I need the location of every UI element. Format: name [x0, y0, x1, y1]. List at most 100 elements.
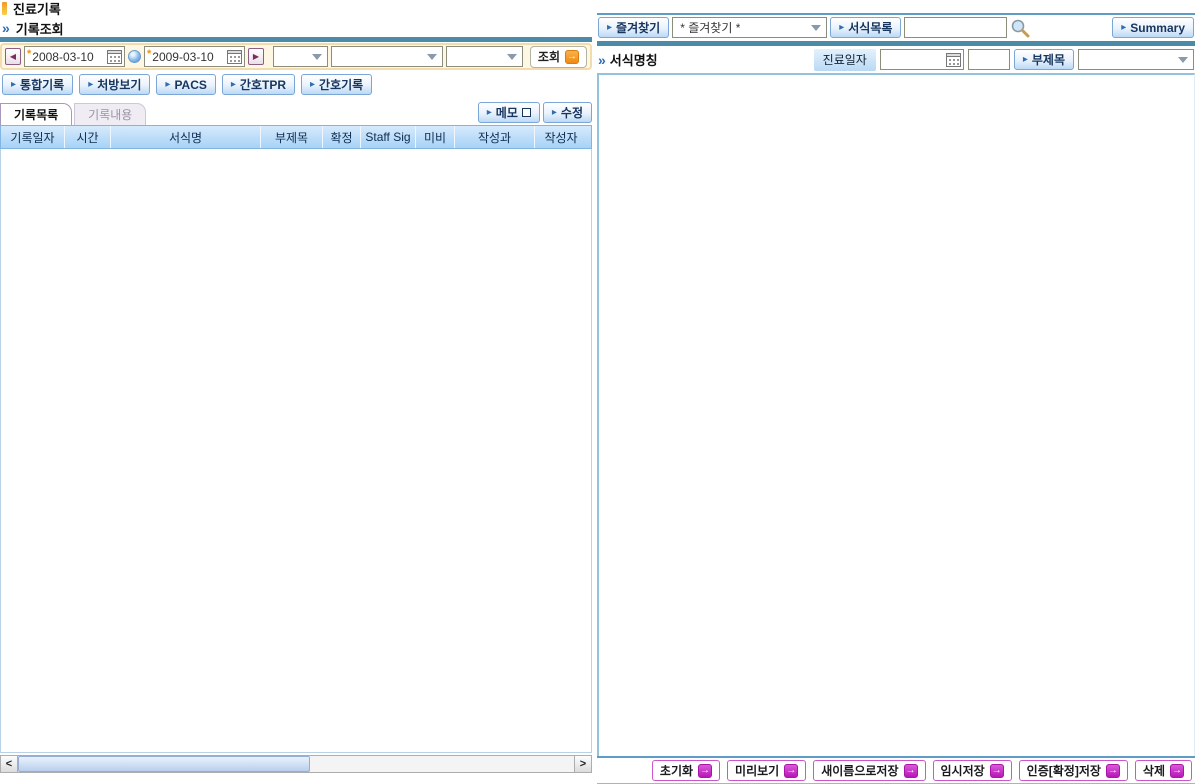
button-label: 미리보기 [735, 762, 779, 779]
col-incomplete[interactable]: 미비 [416, 126, 455, 148]
tab-record-content[interactable]: 기록내용 [74, 103, 146, 125]
required-asterisk-icon: * [27, 49, 31, 60]
right-triangle-icon: ▶ [253, 52, 259, 61]
date-to-value: 2009-03-10 [152, 50, 226, 64]
subtitle-select[interactable] [1078, 49, 1194, 70]
caret-icon: ▸ [839, 23, 844, 33]
button-label: 통합기록 [20, 76, 64, 93]
record-table-body[interactable] [0, 149, 592, 753]
scroll-left-icon: < [6, 758, 12, 770]
button-label: 수정 [561, 104, 583, 121]
col-record-date[interactable]: 기록일자 [1, 126, 65, 148]
chevron-down-icon [427, 54, 437, 60]
filter-select-2[interactable] [331, 46, 443, 67]
date-range-link-icon [128, 50, 141, 63]
filter-select-1[interactable] [273, 46, 328, 67]
preview-button[interactable]: 미리보기 → [727, 760, 806, 781]
chevron-down-icon [1178, 57, 1188, 63]
scroll-right-button[interactable]: > [574, 756, 591, 772]
favorites-select[interactable]: * 즐겨찾기 * [672, 17, 827, 38]
col-subtitle[interactable]: 부제목 [261, 126, 323, 148]
scrollbar-thumb[interactable] [18, 756, 310, 772]
section-title: 기록조회 [16, 19, 64, 38]
tab-record-list[interactable]: 기록목록 [0, 103, 72, 125]
calendar-icon[interactable] [227, 49, 242, 64]
memo-button[interactable]: ▸메모 [478, 102, 540, 123]
favorites-select-value: * 즐겨찾기 * [678, 19, 740, 36]
title-accent-bar-icon [2, 2, 7, 15]
prev-date-button[interactable]: ◀ [5, 48, 21, 65]
reset-button[interactable]: 초기화→ [652, 760, 720, 781]
form-name-header: » 서식명칭 진료일자 ▸부제목 [597, 46, 1195, 73]
chevron-down-icon [811, 25, 821, 31]
double-chevron-icon: » [598, 53, 606, 67]
col-time[interactable]: 시간 [65, 126, 111, 148]
nursing-record-button[interactable]: ▸ 간호기록 [301, 74, 372, 95]
col-staff-sig[interactable]: Staff Sig [361, 126, 416, 148]
magenta-arrow-icon: → [784, 764, 798, 778]
tab-label: 기록내용 [88, 106, 132, 123]
button-label: 새이름으로저장 [821, 762, 898, 779]
date-from-field[interactable]: * 2008-03-10 [24, 46, 125, 67]
next-date-button[interactable]: ▶ [248, 48, 264, 65]
button-label: 메모 [496, 104, 518, 121]
magenta-arrow-icon: → [1106, 764, 1120, 778]
edit-button[interactable]: ▸수정 [543, 102, 592, 123]
col-confirm[interactable]: 확정 [323, 126, 361, 148]
visit-time-input[interactable] [968, 49, 1010, 70]
record-search-panel: 진료기록 » 기록조회 ◀ * 2008-03-10 * 2009-03-10 … [0, 0, 592, 784]
magenta-arrow-icon: → [990, 764, 1004, 778]
form-editor-panel: ▸즐겨찾기 * 즐겨찾기 * ▸서식목록 ▸ Summary » 서식명칭 진료일… [597, 13, 1195, 784]
col-department[interactable]: 작성과 [455, 126, 535, 148]
pacs-button[interactable]: ▸PACS [156, 74, 215, 95]
integrated-record-button[interactable]: ▸ 통합기록 [2, 74, 73, 95]
date-to-field[interactable]: * 2009-03-10 [144, 46, 245, 67]
subtitle-button[interactable]: ▸부제목 [1014, 49, 1074, 70]
page-title-row: 진료기록 [0, 0, 592, 17]
button-label: Summary [1130, 21, 1185, 35]
emr-window: 진료기록 » 기록조회 ◀ * 2008-03-10 * 2009-03-10 … [0, 0, 1195, 784]
caret-icon: ▸ [11, 80, 16, 90]
button-label: 초기화 [660, 762, 693, 779]
horizontal-scrollbar[interactable]: < > [0, 755, 592, 773]
col-author[interactable]: 작성자 [535, 126, 587, 148]
button-label: 간호기록 [319, 76, 363, 93]
visit-date-field[interactable] [880, 49, 964, 70]
temporary-save-button[interactable]: 임시저장→ [933, 760, 1012, 781]
section-divider-bar [0, 37, 592, 42]
record-tabs: 기록목록 기록내용 ▸메모 ▸수정 [0, 98, 592, 125]
page-title: 진료기록 [13, 0, 61, 18]
filter-select-3[interactable] [446, 46, 523, 67]
caret-icon: ▸ [1121, 23, 1126, 33]
caret-icon: ▸ [310, 80, 315, 90]
button-label: 인증[확정]저장 [1027, 762, 1101, 779]
orange-arrow-icon: → [565, 50, 579, 64]
calendar-icon[interactable] [107, 49, 122, 64]
calendar-icon[interactable] [946, 52, 961, 67]
delete-button[interactable]: 삭제→ [1135, 760, 1192, 781]
search-button-label: 조회 [538, 48, 560, 65]
button-label: 부제목 [1032, 51, 1065, 68]
double-chevron-icon: » [2, 21, 10, 35]
summary-button[interactable]: ▸ Summary [1112, 17, 1194, 38]
scroll-left-button[interactable]: < [1, 756, 18, 772]
record-nav-buttons: ▸ 통합기록 ▸처방보기 ▸PACS ▸간호TPR ▸ 간호기록 [0, 70, 592, 98]
favorites-button[interactable]: ▸즐겨찾기 [598, 17, 669, 38]
col-form-name[interactable]: 서식명 [111, 126, 261, 148]
tab-label: 기록목록 [14, 106, 58, 123]
search-button[interactable]: 조회 → [530, 46, 587, 68]
form-content-area[interactable] [597, 73, 1195, 756]
search-icon[interactable] [1010, 18, 1030, 38]
nursing-tpr-button[interactable]: ▸간호TPR [222, 74, 295, 95]
chevron-down-icon [312, 54, 322, 60]
save-as-new-name-button[interactable]: 새이름으로저장→ [813, 760, 925, 781]
button-label: 삭제 [1143, 762, 1165, 779]
form-list-button[interactable]: ▸서식목록 [830, 17, 901, 38]
date-from-value: 2008-03-10 [32, 50, 106, 64]
date-filter-row: ◀ * 2008-03-10 * 2009-03-10 ▶ [0, 43, 592, 70]
form-search-input[interactable] [904, 17, 1007, 38]
prescription-view-button[interactable]: ▸처방보기 [79, 74, 150, 95]
required-asterisk-icon: * [147, 49, 151, 60]
form-action-bar: 초기화→ 미리보기→ 새이름으로저장→ 임시저장→ 인증[확정]저장→ 삭제→ [597, 756, 1195, 784]
certify-confirm-save-button[interactable]: 인증[확정]저장 → [1019, 760, 1128, 781]
